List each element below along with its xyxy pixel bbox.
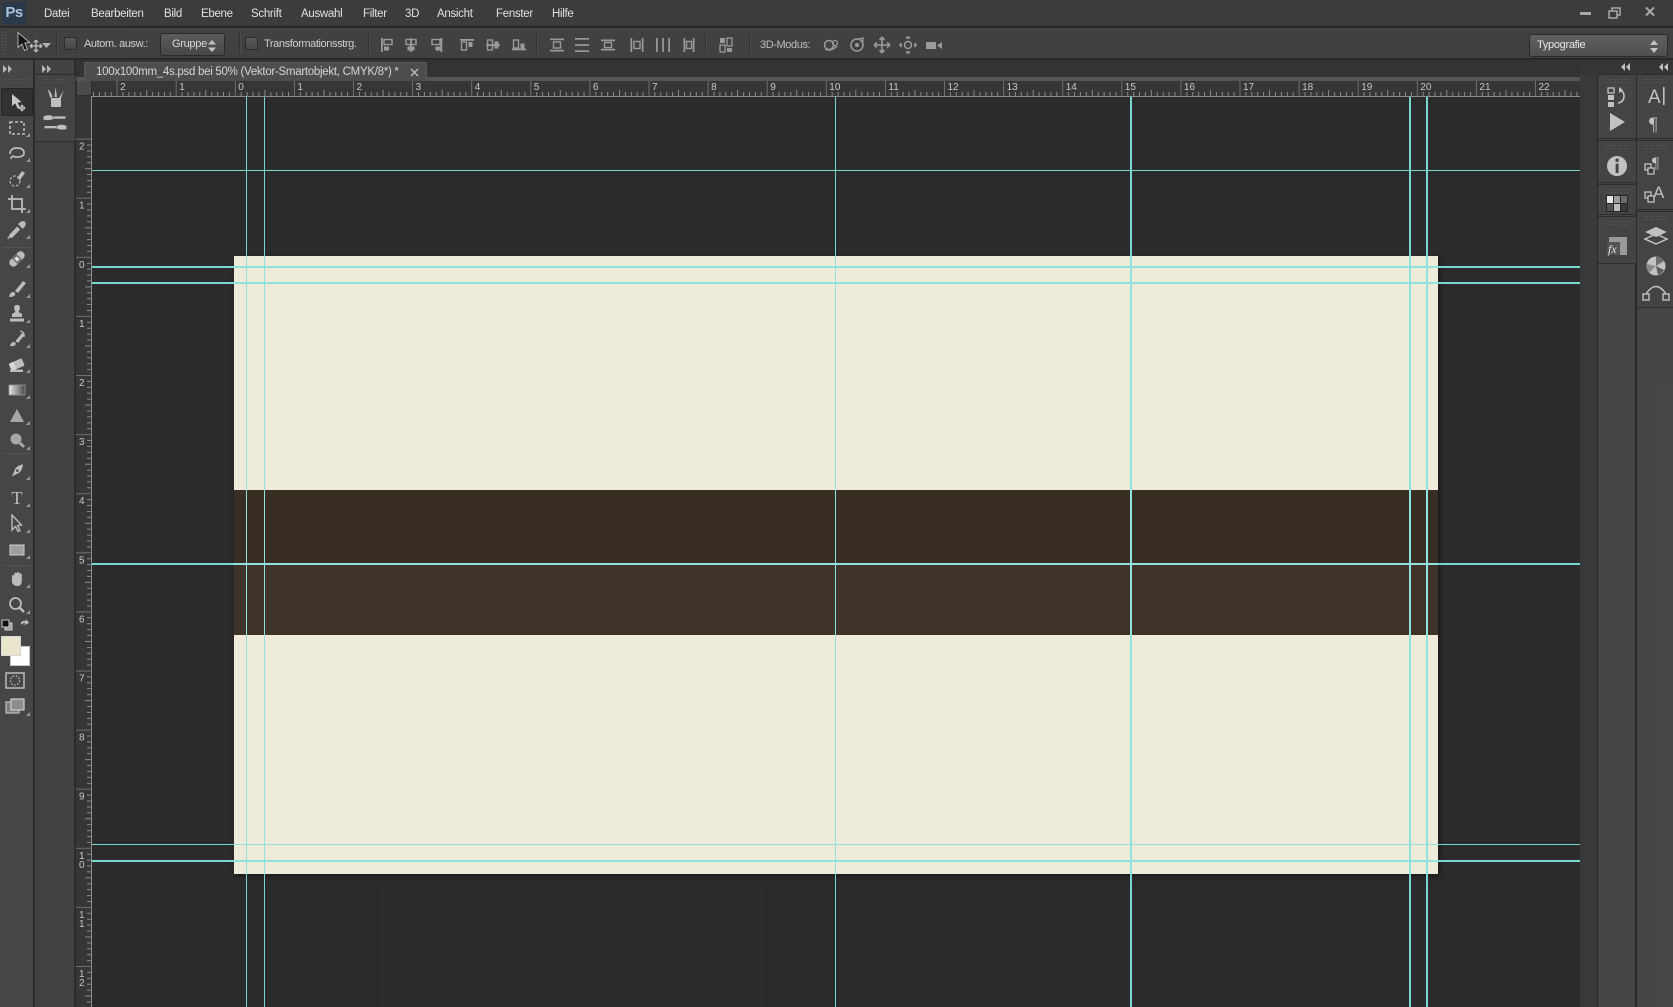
svg-text:A: A: [1648, 87, 1661, 107]
svg-text:2: 2: [79, 142, 85, 153]
svg-text:8: 8: [79, 733, 85, 744]
svg-text:2: 2: [120, 82, 126, 93]
svg-text:6: 6: [593, 82, 599, 93]
svg-text:1: 1: [79, 201, 85, 212]
svg-text:0: 0: [79, 860, 85, 871]
svg-text:19: 19: [1361, 82, 1373, 93]
svg-text:7: 7: [652, 82, 658, 93]
svg-text:3: 3: [416, 82, 422, 93]
svg-text:7: 7: [79, 674, 85, 685]
svg-text:1: 1: [79, 319, 85, 330]
svg-text:13: 13: [1007, 82, 1019, 93]
svg-text:18: 18: [1302, 82, 1314, 93]
svg-text:5: 5: [79, 555, 85, 566]
svg-text:6: 6: [79, 614, 85, 625]
svg-text:A: A: [1653, 183, 1665, 202]
svg-text:14: 14: [1066, 82, 1078, 93]
svg-text:11: 11: [888, 82, 899, 93]
svg-text:12: 12: [948, 82, 960, 93]
svg-text:¶: ¶: [1649, 114, 1658, 133]
svg-text:1: 1: [179, 82, 185, 93]
svg-text:0: 0: [238, 82, 244, 93]
svg-text:10: 10: [829, 82, 841, 93]
svg-text:21: 21: [1479, 82, 1491, 93]
svg-text:2: 2: [79, 378, 85, 389]
svg-text:17: 17: [1243, 82, 1255, 93]
svg-text:1: 1: [79, 919, 85, 930]
svg-text:T: T: [12, 488, 23, 508]
svg-text:20: 20: [1420, 82, 1432, 93]
svg-text:16: 16: [1184, 82, 1196, 93]
svg-text:2: 2: [79, 978, 85, 989]
svg-text:22: 22: [1539, 82, 1551, 93]
svg-text:4: 4: [79, 496, 85, 507]
svg-text:9: 9: [770, 82, 776, 93]
svg-text:3: 3: [79, 437, 85, 448]
svg-text:1: 1: [297, 82, 303, 93]
svg-text:5: 5: [534, 82, 540, 93]
svg-text:4: 4: [475, 82, 481, 93]
svg-text:2: 2: [357, 82, 363, 93]
svg-text:8: 8: [711, 82, 717, 93]
svg-text:9: 9: [79, 792, 85, 803]
svg-text:0: 0: [79, 260, 85, 271]
svg-text:fx: fx: [1608, 242, 1617, 256]
svg-text:15: 15: [1125, 82, 1137, 93]
